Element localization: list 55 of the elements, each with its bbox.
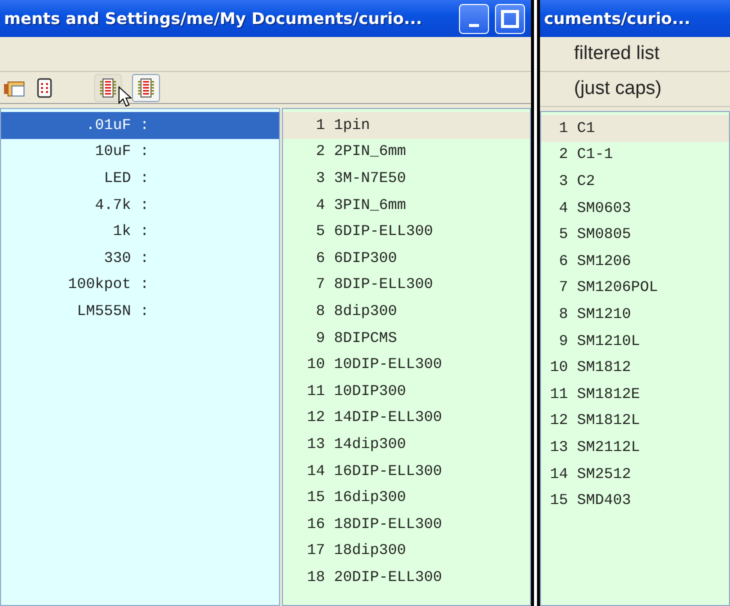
list-item[interactable]: 5 SM0805 (541, 221, 729, 248)
list-item[interactable]: 17 18dip300 (283, 538, 530, 564)
list-item[interactable]: 14 16DIP-ELL300 (283, 458, 530, 484)
list-item[interactable]: 4 3PIN_6mm (283, 192, 530, 218)
list-item[interactable]: 18 20DIP-ELL300 (283, 564, 530, 591)
chip-icon (100, 78, 116, 98)
minimize-icon (469, 24, 479, 26)
list-item[interactable]: 12 SM1812L (541, 408, 729, 434)
chip-icon[interactable] (36, 78, 54, 98)
toolbar-button[interactable] (94, 74, 122, 102)
list-item[interactable]: 8 8dip300 (283, 298, 530, 325)
list-item[interactable]: 5 6DIP-ELL300 (283, 218, 530, 245)
list-item[interactable]: 2 2PIN_6mm (283, 138, 530, 166)
list-item[interactable]: 7 SM1206POL (541, 274, 729, 302)
list-item[interactable]: 3 C2 (541, 168, 729, 195)
list-item[interactable]: 7 8DIP-ELL300 (283, 272, 530, 298)
list-item[interactable]: 9 8DIPCMS (283, 324, 530, 352)
list-item[interactable]: 15 16dip300 (283, 484, 530, 511)
list-item[interactable]: 1 1pin (283, 112, 530, 139)
list-item[interactable]: 15 SMD403 (541, 487, 729, 514)
list-item[interactable]: 4.7k : (1, 192, 279, 218)
list-item[interactable]: 14 SM2512 (541, 460, 729, 488)
toolbar-button[interactable] (132, 74, 160, 102)
list-item[interactable]: 3 3M-N7E50 (283, 165, 530, 192)
list-item[interactable]: 11 10DIP300 (283, 378, 530, 405)
list-item[interactable]: 10 SM1812 (541, 354, 729, 381)
list-item[interactable]: 10uF : (1, 138, 279, 166)
list-item[interactable]: 9 SM1210L (541, 328, 729, 354)
column-header: filtered list (540, 37, 730, 72)
list-item[interactable]: 10 10DIP-ELL300 (283, 351, 530, 378)
window-title: cuments/curio... (544, 9, 692, 28)
list-item[interactable]: 2 C1-1 (541, 142, 729, 168)
list-item[interactable]: 1 C1 (541, 115, 729, 142)
mouse-cursor-icon (118, 86, 132, 108)
list-item[interactable]: LM555N : (1, 298, 279, 325)
list-item[interactable]: 1k : (1, 218, 279, 245)
list-item[interactable]: 16 18DIP-ELL300 (283, 510, 530, 538)
column-header: (just caps) (540, 72, 730, 107)
list-item[interactable]: LED : (1, 165, 279, 192)
list-item[interactable]: 330 : (1, 244, 279, 272)
list-item[interactable]: 8 SM1210 (541, 301, 729, 328)
maximize-icon (501, 10, 519, 28)
list-item[interactable]: 13 SM2112L (541, 434, 729, 461)
list-item[interactable]: 6 SM1206 (541, 248, 729, 275)
list-item[interactable]: 100kpot : (1, 272, 279, 298)
list-item[interactable]: 11 SM1812E (541, 380, 729, 408)
list-item[interactable]: 6 6DIP300 (283, 244, 530, 272)
list-item[interactable]: .01uF : (1, 112, 279, 139)
maximize-button[interactable] (495, 4, 525, 34)
list-item[interactable]: 13 14dip300 (283, 431, 530, 458)
minimize-button[interactable] (459, 4, 489, 34)
window-title: ments and Settings/me/My Documents/curio... (4, 9, 424, 28)
list-item[interactable]: 12 14DIP-ELL300 (283, 404, 530, 432)
chip-icon (138, 78, 154, 98)
list-item[interactable]: 4 SM0603 (541, 194, 729, 222)
